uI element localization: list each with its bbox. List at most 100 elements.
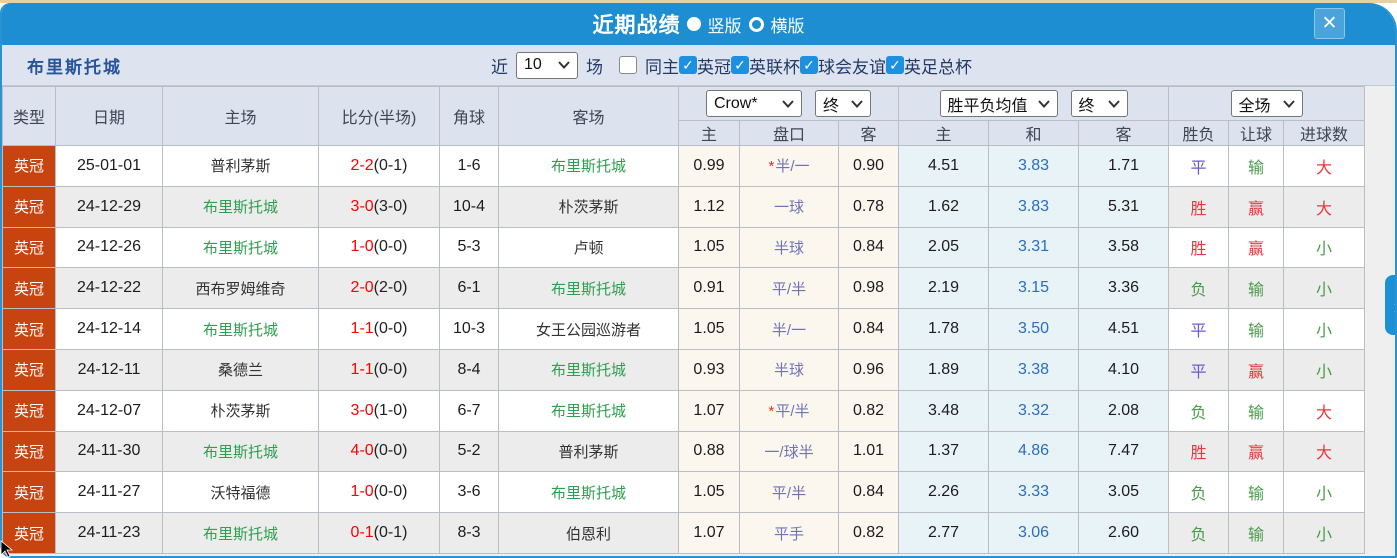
- home-odds: 0.93: [679, 349, 740, 390]
- col-header-date: 日期: [56, 87, 163, 146]
- avg-home-odds: 4.51: [899, 146, 989, 187]
- handicap-line: 半/一: [740, 309, 839, 350]
- match-row: 英冠24-12-07朴茨茅斯3-0(1-0)6-7布里斯托城1.07*平/半0.…: [3, 390, 1365, 431]
- avg-home-odds: 1.37: [899, 431, 989, 472]
- modal-title: 近期战绩: [593, 9, 681, 39]
- match-score: 4-0(0-0): [319, 431, 440, 472]
- competition-checkbox[interactable]: ✓: [886, 56, 904, 74]
- period-value: 全场: [1239, 92, 1271, 116]
- col-header-away: 客场: [499, 87, 679, 146]
- corner-score: 6-7: [440, 390, 499, 431]
- halftime-score: (2-0): [374, 279, 408, 296]
- competition-checkbox[interactable]: ✓: [679, 56, 697, 74]
- close-button[interactable]: ✕: [1314, 8, 1345, 39]
- result-cell: 负: [1169, 513, 1229, 554]
- home-odds: 1.07: [679, 513, 740, 554]
- handicap-line: 平/半: [740, 472, 839, 513]
- match-date: 24-12-11: [56, 349, 163, 390]
- corner-score: 6-1: [440, 268, 499, 309]
- handicap-line: 平/半: [740, 268, 839, 309]
- vertical-radio-icon[interactable]: [687, 17, 701, 31]
- sub-header-handicap-result: 让球: [1229, 121, 1284, 146]
- away-team: 布里斯托城: [499, 390, 679, 431]
- recent-count-select[interactable]: 10: [516, 52, 578, 79]
- corner-score: 10-3: [440, 309, 499, 350]
- avg-draw-odds: 3.50: [989, 309, 1079, 350]
- filter-bar: 布里斯托城 近 10 场 同主 ✓英冠✓英联杯✓球会友谊✓英足总杯: [2, 45, 1395, 86]
- competition-checkbox[interactable]: ✓: [731, 56, 749, 74]
- bookmaker-select[interactable]: Crow*: [706, 90, 802, 117]
- away-odds: 0.84: [839, 309, 899, 350]
- horizontal-radio-label[interactable]: 横版: [771, 12, 805, 37]
- table-zone: 类型 日期 主场 比分(半场) 角球 客场 Crow*: [2, 86, 1397, 556]
- avg-home-odds: 2.19: [899, 268, 989, 309]
- sub-header-avg-home: 主: [899, 121, 989, 146]
- avg-value: 胜平负均值: [948, 92, 1028, 116]
- side-tab-button[interactable]: 近: [1385, 275, 1397, 335]
- sub-header-handicap: 盘口: [740, 121, 839, 146]
- competition-label: 球会友谊: [818, 53, 886, 78]
- bookmaker-value: Crow*: [714, 95, 758, 113]
- chevron-down-icon: [558, 61, 570, 69]
- avg-away-odds: 2.60: [1079, 513, 1169, 554]
- home-team: 沃特福德: [163, 472, 319, 513]
- away-odds: 0.82: [839, 513, 899, 554]
- period-select[interactable]: 全场: [1231, 90, 1303, 117]
- away-team: 伯恩利: [499, 513, 679, 554]
- avg-time-select[interactable]: 终: [1071, 90, 1128, 117]
- horizontal-radio-icon[interactable]: [749, 17, 764, 32]
- vertical-radio-label[interactable]: 竖版: [708, 12, 742, 37]
- avg-away-odds: 7.47: [1079, 431, 1169, 472]
- chevron-down-icon: [851, 100, 863, 108]
- home-team: 朴茨茅斯: [163, 390, 319, 431]
- home-odds: 1.05: [679, 309, 740, 350]
- away-team: 朴茨茅斯: [499, 186, 679, 227]
- match-score: 1-0(0-0): [319, 227, 440, 268]
- match-score: 3-0(1-0): [319, 390, 440, 431]
- avg-select[interactable]: 胜平负均值: [940, 90, 1058, 117]
- result-cell: 胜: [1169, 431, 1229, 472]
- result-cell: 胜: [1169, 227, 1229, 268]
- halftime-score: (0-0): [374, 361, 408, 378]
- handicap-line: 一球: [740, 186, 839, 227]
- home-team: 布里斯托城: [163, 227, 319, 268]
- chevron-down-icon: [1038, 100, 1050, 108]
- sub-header-home-odds: 主: [679, 121, 740, 146]
- avg-draw-odds: 3.31: [989, 227, 1079, 268]
- home-odds: 1.07: [679, 390, 740, 431]
- goals-result-cell: 小: [1284, 472, 1365, 513]
- avg-away-odds: 4.10: [1079, 349, 1169, 390]
- league-badge: 英冠: [3, 431, 56, 472]
- match-date: 24-12-22: [56, 268, 163, 309]
- result-cell: 平: [1169, 349, 1229, 390]
- match-row: 英冠25-01-01普利茅斯2-2(0-1)1-6布里斯托城0.99*半/一0.…: [3, 146, 1365, 187]
- same-home-checkbox[interactable]: [619, 56, 637, 74]
- away-odds: 0.98: [839, 268, 899, 309]
- recent-count-value: 10: [524, 56, 542, 74]
- competition-checkbox[interactable]: ✓: [800, 56, 818, 74]
- avg-away-odds: 2.08: [1079, 390, 1169, 431]
- team-name: 布里斯托城: [27, 53, 122, 78]
- result-cell: 平: [1169, 309, 1229, 350]
- sub-header-avg-away: 客: [1079, 121, 1169, 146]
- league-badge: 英冠: [3, 186, 56, 227]
- halftime-score: (0-0): [374, 238, 408, 255]
- league-badge: 英冠: [3, 227, 56, 268]
- away-team: 布里斯托城: [499, 146, 679, 187]
- competition-label: 英联杯: [749, 53, 800, 78]
- col-header-score: 比分(半场): [319, 87, 440, 146]
- home-odds: 0.91: [679, 268, 740, 309]
- handicap-result-cell: 输: [1229, 513, 1284, 554]
- home-team: 布里斯托城: [163, 186, 319, 227]
- handicap-result-cell: 输: [1229, 268, 1284, 309]
- avg-away-odds: 3.05: [1079, 472, 1169, 513]
- handicap-time-select[interactable]: 终: [815, 90, 871, 117]
- match-score: 1-1(0-0): [319, 349, 440, 390]
- avg-away-odds: 4.51: [1079, 309, 1169, 350]
- corner-score: 5-2: [440, 431, 499, 472]
- league-badge: 英冠: [3, 268, 56, 309]
- handicap-result-cell: 赢: [1229, 227, 1284, 268]
- handicap-line: 半球: [740, 349, 839, 390]
- recent-results-modal: 近期战绩 竖版 横版 ✕ 布里斯托城 近 10 场: [0, 0, 1397, 558]
- fulltime-score: 0-1: [351, 524, 374, 541]
